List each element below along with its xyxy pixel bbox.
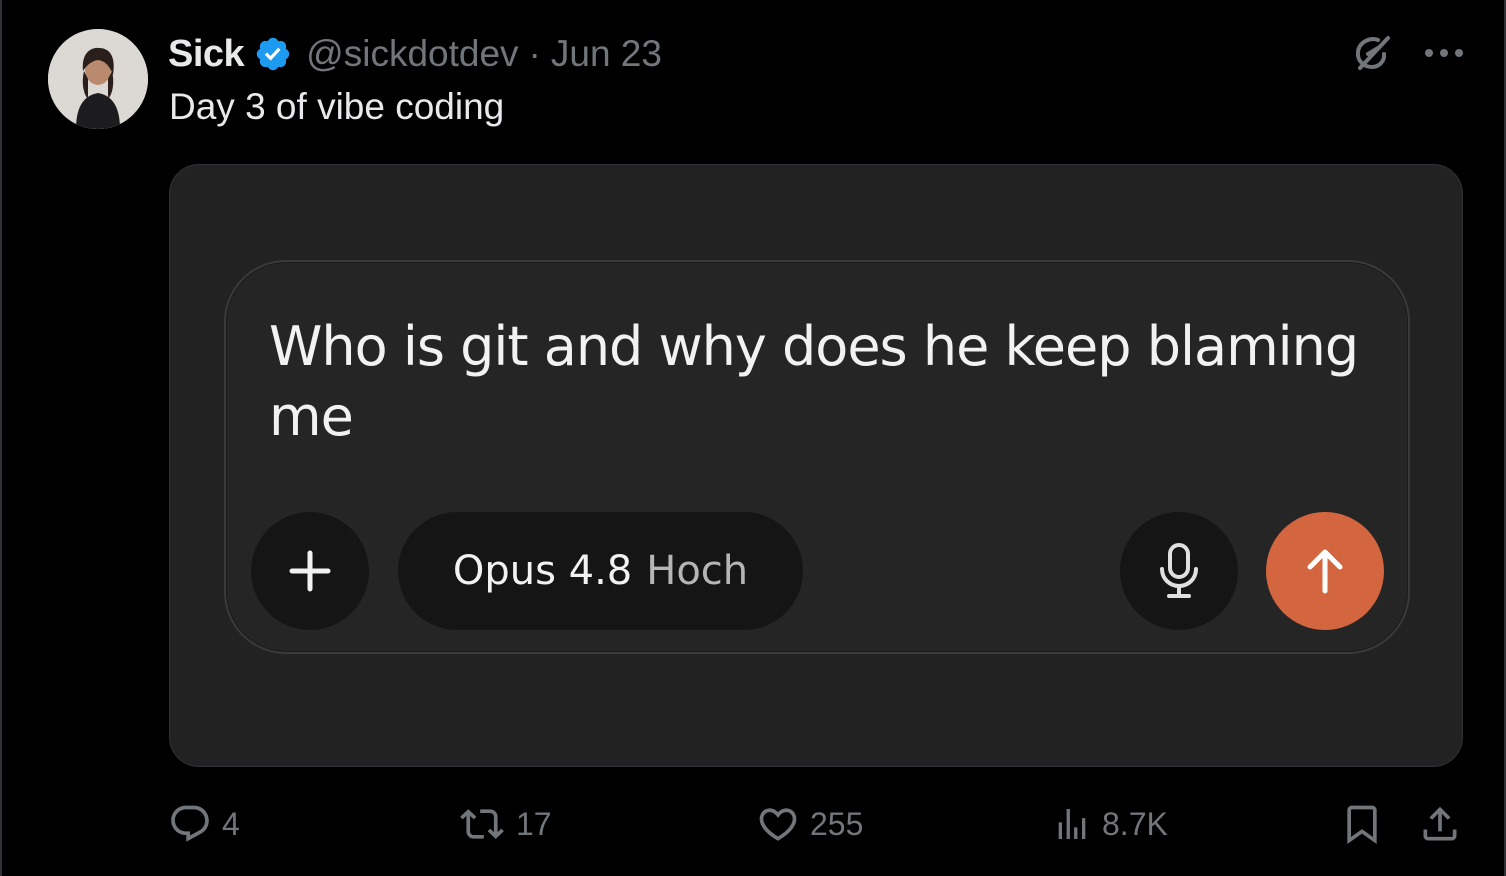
tweet[interactable]: Sick @sickdotdev · Jun 23 Day 3 of vibe … xyxy=(0,0,1506,876)
model-name: Opus 4.8 xyxy=(452,548,633,594)
arrow-up-icon xyxy=(1307,549,1343,594)
views-count: 8.7K xyxy=(1102,805,1168,842)
plus-icon xyxy=(289,550,331,592)
send-button xyxy=(1266,512,1384,630)
tweet-top-actions xyxy=(1348,30,1464,76)
tweet-text: Day 3 of vibe coding xyxy=(169,86,505,127)
separator-dot: · xyxy=(528,33,541,74)
repost-button[interactable]: 17 xyxy=(458,800,552,848)
author-name[interactable]: Sick xyxy=(168,33,245,76)
reply-icon xyxy=(171,805,209,842)
share-icon xyxy=(1423,806,1457,841)
model-tier: Hoch xyxy=(646,548,749,594)
reply-button[interactable]: 4 xyxy=(168,800,240,848)
chat-composer: Who is git and why does he keep blaming … xyxy=(224,260,1410,654)
mic-icon xyxy=(1160,543,1198,598)
mic-button xyxy=(1120,512,1238,630)
bookmark-icon xyxy=(1347,805,1377,845)
tweet-header: Sick @sickdotdev · Jun 23 xyxy=(168,32,662,76)
tweet-action-bar: 4 17 255 8.7K xyxy=(168,800,1463,848)
add-attachment-button xyxy=(251,512,369,630)
avatar-image xyxy=(48,29,148,129)
more-icon[interactable] xyxy=(1424,47,1464,59)
grok-icon[interactable] xyxy=(1348,30,1394,76)
like-count: 255 xyxy=(810,805,864,842)
composer-text: Who is git and why does he keep blaming … xyxy=(269,315,1359,448)
model-selector: Opus 4.8 Hoch xyxy=(398,512,803,630)
like-button[interactable]: 255 xyxy=(756,800,863,848)
tweet-media-image[interactable]: Who is git and why does he keep blaming … xyxy=(169,164,1463,767)
verified-badge-icon xyxy=(256,37,290,71)
tweet-date[interactable]: Jun 23 xyxy=(551,33,662,75)
avatar[interactable] xyxy=(48,29,148,129)
repost-count: 17 xyxy=(516,805,552,842)
like-icon xyxy=(759,808,797,841)
views-button[interactable]: 8.7K xyxy=(1052,800,1168,848)
bookmark-button[interactable] xyxy=(1340,800,1384,848)
reply-count: 4 xyxy=(222,805,240,842)
views-icon xyxy=(1058,809,1086,839)
author-handle[interactable]: @sickdotdev xyxy=(306,33,518,75)
repost-icon xyxy=(460,809,504,839)
share-button[interactable] xyxy=(1418,800,1462,848)
